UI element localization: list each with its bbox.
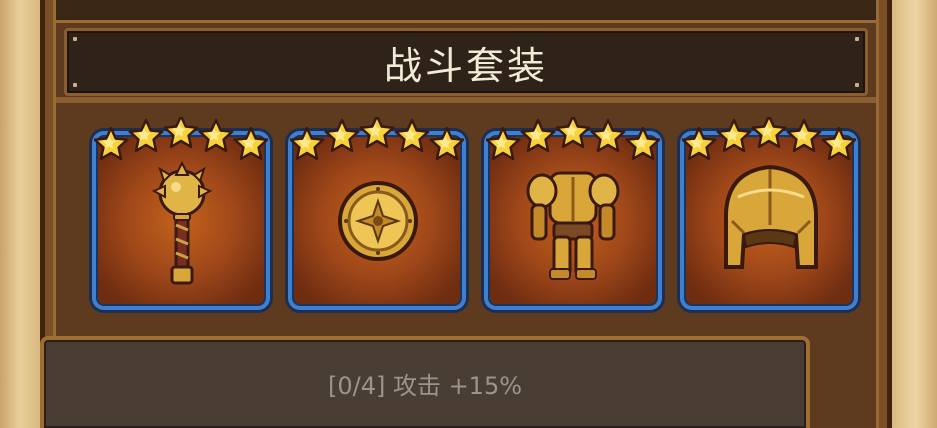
divider [56,97,876,103]
item-slots [92,117,862,317]
panel-title: 战斗套装 [383,43,548,88]
rivet [855,83,859,87]
star-rating [682,117,856,161]
set-bonus-text: [0/4] 攻击 +15% [327,372,523,400]
star-rating [486,117,660,161]
star-rating [290,117,464,161]
item-slot-armor[interactable] [484,117,662,310]
set-bonus-panel: [0/4] 攻击 +15% [40,336,810,428]
item-slot-shield[interactable] [288,117,466,310]
item-slot-mace[interactable] [92,117,270,310]
rivet [855,37,859,41]
item-slot-helmet[interactable] [680,117,858,310]
title-bar: 战斗套装 [64,28,868,96]
rivet [73,83,77,87]
star-rating [94,117,268,161]
panel-top-strip [56,0,876,23]
parchment-right [889,0,937,428]
parchment-left [0,0,44,428]
rivet [73,37,77,41]
